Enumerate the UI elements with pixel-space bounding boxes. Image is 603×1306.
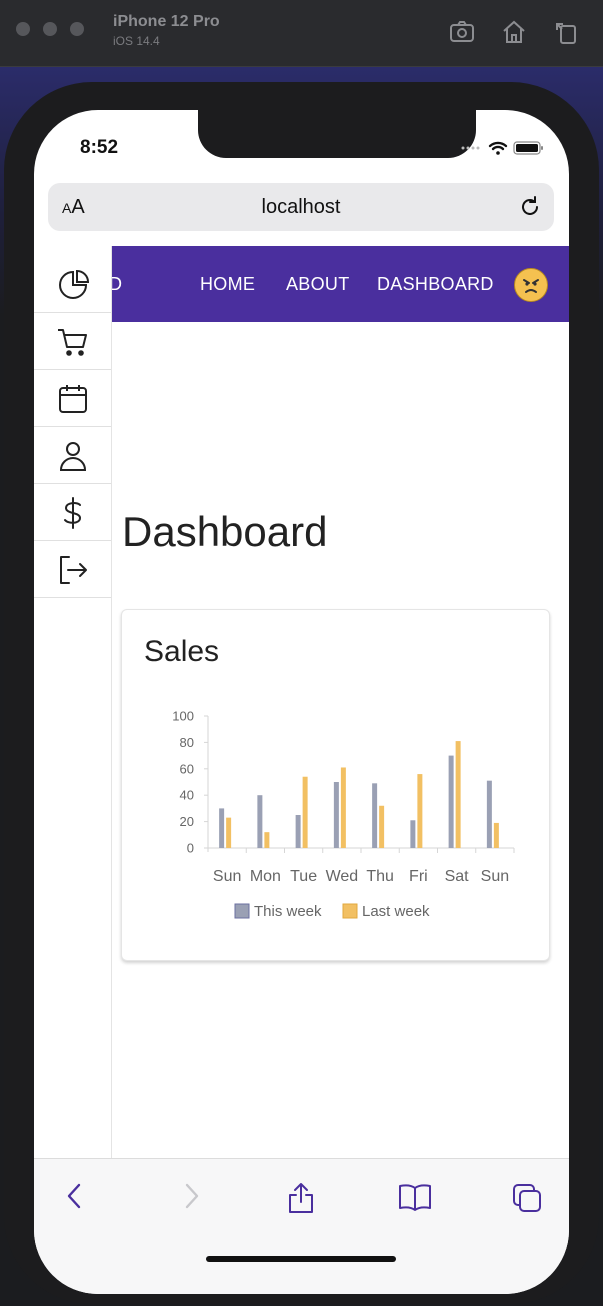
simulator-titlebar: iPhone 12 Pro iOS 14.4 [0, 0, 603, 67]
bar-last-week [302, 776, 308, 848]
navbar: D HOME ABOUT DASHBOARD [109, 246, 569, 322]
user-icon [59, 442, 87, 471]
bar-this-week [219, 808, 225, 848]
y-tick-label: 80 [180, 735, 194, 750]
device-name: iPhone 12 Pro [113, 13, 220, 30]
screenshot-icon[interactable] [448, 18, 476, 46]
bar-last-week [226, 817, 232, 848]
sidebar-item-cart[interactable] [34, 313, 111, 370]
tabs-icon[interactable] [510, 1181, 544, 1220]
x-tick-label: Wed [326, 868, 359, 885]
zoom-window-button[interactable] [70, 22, 84, 36]
bar-this-week [372, 783, 378, 848]
logout-icon [60, 556, 87, 584]
page-title: Dashboard [122, 508, 328, 555]
dollar-icon [64, 497, 82, 529]
bar-last-week [417, 774, 423, 848]
notch [198, 110, 476, 158]
legend-label: This week [254, 903, 322, 920]
back-icon[interactable] [60, 1181, 88, 1216]
cart-icon [58, 329, 87, 356]
bar-this-week [333, 782, 339, 848]
status-icons [457, 138, 547, 163]
bar-last-week [379, 805, 385, 848]
nav-home[interactable]: HOME [200, 274, 255, 295]
sales-chart: 100 80 60 40 20 0 Sun Mon Tue Wed Thu Fri Sat Sun This… [172, 709, 515, 920]
nav-dashboard[interactable]: DASHBOARD [377, 274, 494, 295]
sales-card: Sales 100 80 60 40 20 0 Sun Mon Tue Wed Thu Fri Sat S… [121, 609, 550, 961]
y-tick-label: 40 [180, 788, 194, 803]
close-window-button[interactable] [16, 22, 30, 36]
bar-this-week [486, 780, 492, 848]
x-tick-label: Tue [290, 868, 317, 885]
minimize-window-button[interactable] [43, 22, 57, 36]
share-icon[interactable] [286, 1181, 316, 1220]
legend-swatch [342, 903, 358, 919]
device-os-version: iOS 14.4 [113, 34, 160, 48]
bar-last-week [455, 741, 461, 848]
x-tick-label: Sun [213, 868, 241, 885]
bar-this-week [448, 755, 454, 848]
sidebar-item-profile[interactable] [34, 427, 111, 484]
x-tick-label: Fri [409, 868, 428, 885]
legend-label: Last week [362, 903, 430, 920]
sidebar-item-calendar[interactable] [34, 370, 111, 427]
x-tick-label: Mon [250, 868, 281, 885]
calendar-icon [59, 385, 87, 413]
forward-icon[interactable] [178, 1181, 206, 1216]
sidebar-item-analytics[interactable] [34, 256, 111, 313]
sidebar-item-logout[interactable] [34, 541, 111, 598]
url-text[interactable]: localhost [48, 196, 554, 219]
wifi-icon [488, 141, 508, 151]
pie-chart-icon [59, 269, 90, 299]
rotate-icon[interactable] [552, 18, 580, 46]
bar-last-week [264, 832, 270, 848]
y-tick-label: 100 [172, 709, 194, 724]
avatar[interactable] [514, 268, 548, 302]
bar-this-week [257, 795, 263, 848]
x-tick-label: Sun [481, 868, 509, 885]
y-tick-label: 0 [187, 841, 194, 856]
phone-screen: 8:52 AA localhost D HOME ABOUT DASHBOARD… [34, 110, 569, 1294]
status-time: 8:52 [80, 137, 119, 158]
bookmarks-icon[interactable] [397, 1181, 433, 1218]
home-indicator [206, 1256, 396, 1262]
sidebar-item-billing[interactable] [34, 484, 111, 541]
x-tick-label: Thu [366, 868, 394, 885]
sidebar [34, 246, 112, 1158]
bar-last-week [493, 822, 499, 848]
bar-this-week [295, 815, 301, 848]
web-page: D HOME ABOUT DASHBOARD Dashboard Sales 1… [34, 246, 569, 1158]
x-tick-label: Sat [445, 868, 470, 885]
battery-icon [513, 141, 543, 155]
legend-swatch [234, 903, 250, 919]
signal-icon [461, 146, 480, 150]
angry-face-icon [523, 279, 539, 293]
bar-last-week [340, 767, 346, 848]
reload-icon[interactable] [518, 195, 542, 224]
y-tick-label: 60 [180, 761, 194, 776]
y-tick-label: 20 [180, 814, 194, 829]
browser-toolbar [34, 1158, 569, 1294]
bar-this-week [410, 820, 416, 848]
nav-about[interactable]: ABOUT [286, 274, 350, 295]
address-bar[interactable]: AA localhost [48, 183, 554, 231]
home-icon[interactable] [500, 18, 528, 46]
